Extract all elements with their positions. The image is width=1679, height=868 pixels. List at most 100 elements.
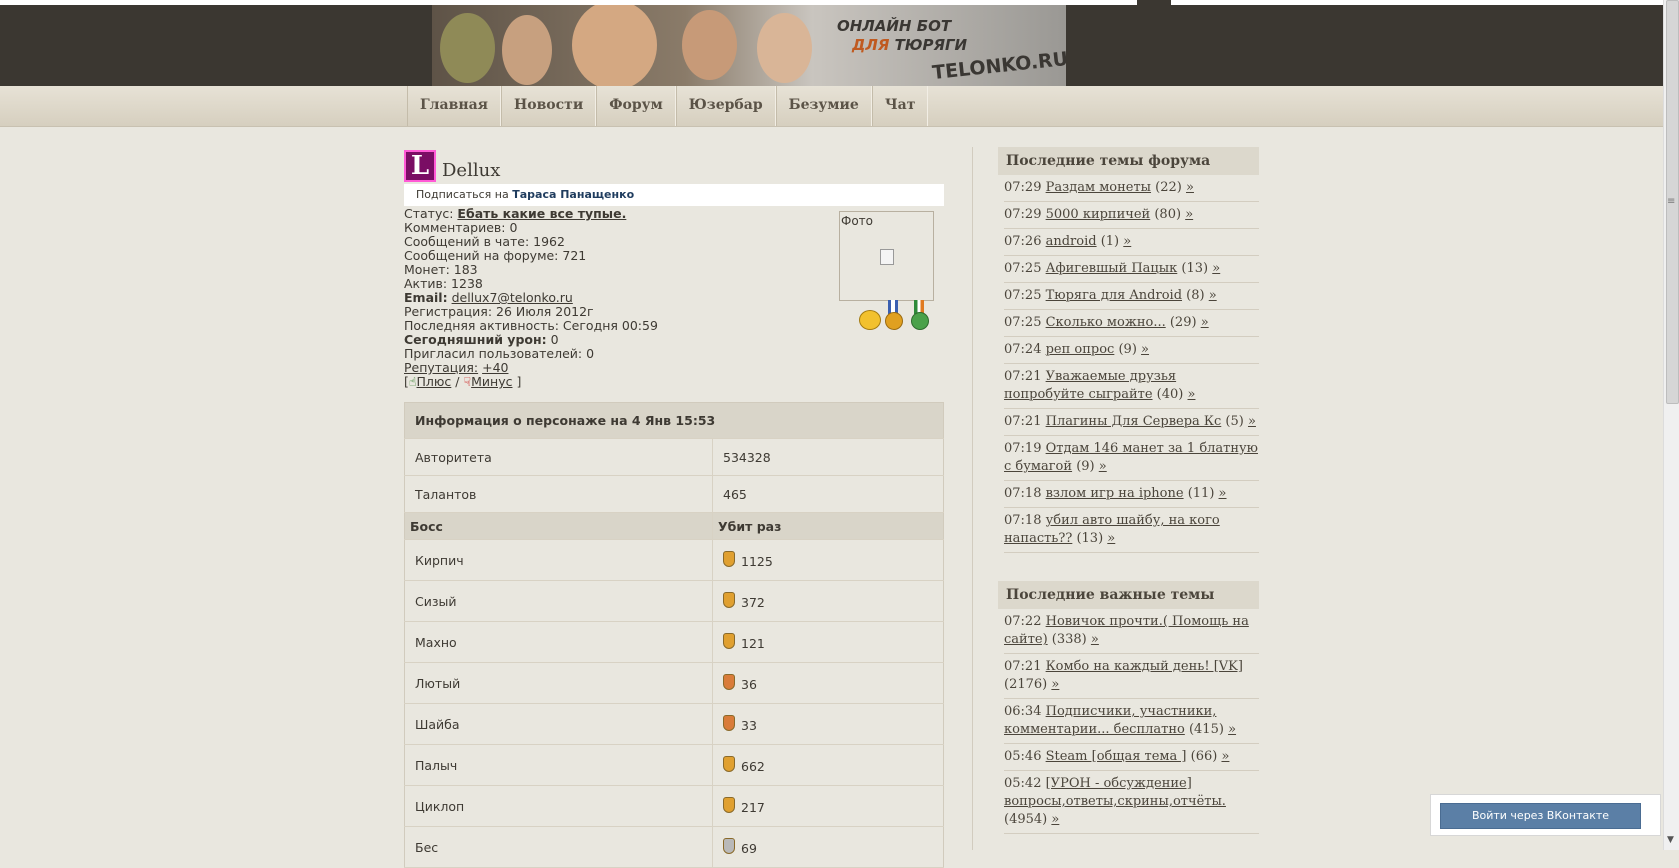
character-illustration xyxy=(440,13,495,83)
topic-time: 06:34 xyxy=(1004,704,1042,719)
nav-madness[interactable]: Безумие xyxy=(775,86,872,126)
boss-row: Палыч 662 xyxy=(404,744,944,786)
reputation-label[interactable]: Репутация: xyxy=(404,360,478,375)
status-link[interactable]: Ебать какие все тупые. xyxy=(457,206,626,221)
boss-name: Палыч xyxy=(404,744,713,786)
profile-header: L Dellux xyxy=(404,147,944,182)
boss-table-header: Босс Убит раз xyxy=(404,512,944,540)
minus-link[interactable]: Минус xyxy=(471,374,512,389)
topic-more-link[interactable]: » xyxy=(1201,315,1209,330)
site-banner[interactable]: ОНЛАЙН БОТ ДЛЯ ТЮРЯГИ TELONKO.RU xyxy=(432,5,1066,86)
topic-link[interactable]: Новичок прочти.( Помощь на сайте) xyxy=(1004,614,1249,647)
topic-more-link[interactable]: » xyxy=(1209,288,1217,303)
stat-row: Талантов 465 xyxy=(404,475,944,513)
topic-link[interactable]: Раздам монеты xyxy=(1046,180,1151,195)
plus-link[interactable]: Плюс xyxy=(417,374,452,389)
medal-icon xyxy=(723,633,735,649)
topic-more-link[interactable]: » xyxy=(1248,414,1256,429)
topic-time: 07:18 xyxy=(1004,486,1042,501)
topic-item: 07:25 Тюряга для Android (8) » xyxy=(1004,283,1259,310)
topic-link[interactable]: 5000 кирпичей xyxy=(1046,207,1151,222)
topic-link[interactable]: реп опрос xyxy=(1046,342,1115,357)
thumb-down-icon[interactable]: ☟ xyxy=(464,374,472,389)
topic-link[interactable]: взлом игр на iphone xyxy=(1046,486,1184,501)
scrollbar[interactable]: ▼ xyxy=(1663,0,1679,850)
banner-slogan: ОНЛАЙН БОТ xyxy=(837,17,952,35)
topic-link[interactable]: android xyxy=(1046,234,1097,249)
topic-more-link[interactable]: » xyxy=(1221,749,1229,764)
subscribe-bar[interactable]: Подписаться на Тараса Панащенко xyxy=(404,184,944,206)
important-topics-title: Последние важные темы xyxy=(998,581,1259,609)
character-illustration xyxy=(682,10,737,80)
topic-time: 05:42 xyxy=(1004,776,1042,791)
boss-name: Бес xyxy=(404,826,713,868)
nav-home[interactable]: Главная xyxy=(407,86,501,126)
topic-time: 05:46 xyxy=(1004,749,1042,764)
topic-more-link[interactable]: » xyxy=(1228,722,1236,737)
email-label: Email: xyxy=(404,290,448,305)
topic-more-link[interactable]: » xyxy=(1219,486,1227,501)
topic-item: 05:46 Steam [общая тема ] (66) » xyxy=(1004,744,1259,771)
boss-kills: 662 xyxy=(741,759,765,774)
topic-link[interactable]: Steam [общая тема ] xyxy=(1046,749,1187,764)
topic-item: 05:42 [УРОН - обсуждение] вопросы,ответы… xyxy=(1004,771,1259,834)
subscribe-name[interactable]: Тараса Панащенко xyxy=(512,188,634,201)
medal-tricolor-icon[interactable] xyxy=(908,300,930,330)
topic-time: 07:21 xyxy=(1004,369,1042,384)
reputation-row[interactable]: Репутация: +40 xyxy=(404,361,944,375)
thumb-up-icon[interactable]: ☝ xyxy=(409,374,417,389)
stat-row: Авторитета 534328 xyxy=(404,438,944,476)
status-label: Статус: xyxy=(404,206,454,221)
medal-blue-icon[interactable] xyxy=(882,300,904,330)
topic-more-link[interactable]: » xyxy=(1051,677,1059,692)
damage-label: Сегодняшний урон: xyxy=(404,332,547,347)
medal-icon xyxy=(723,756,735,772)
scroll-down-icon[interactable]: ▼ xyxy=(1667,835,1674,845)
topic-time: 07:26 xyxy=(1004,234,1042,249)
topic-more-link[interactable]: » xyxy=(1212,261,1220,276)
username: Dellux xyxy=(442,160,501,181)
topic-count: (40) xyxy=(1156,387,1184,402)
topic-item: 07:25 Афигевшый Пацык (13) » xyxy=(1004,256,1259,283)
boss-kills: 121 xyxy=(741,636,765,651)
boss-rows: Кирпич 1125 Сизый 372 Махно 121 Лютый 36 Шайба 33… xyxy=(404,539,944,868)
email-link[interactable]: dellux7@telonko.ru xyxy=(452,290,573,305)
important-topics-list: 07:22 Новичок прочти.( Помощь на сайте) … xyxy=(998,609,1259,834)
nav-forum[interactable]: Форум xyxy=(596,86,676,126)
topic-more-link[interactable]: » xyxy=(1186,180,1194,195)
nav-news[interactable]: Новости xyxy=(501,86,597,126)
avatar[interactable]: L xyxy=(404,150,436,182)
topic-item: 07:24 реп опрос (9) » xyxy=(1004,337,1259,364)
topic-more-link[interactable]: » xyxy=(1091,632,1099,647)
smiley-award-icon[interactable] xyxy=(856,300,881,330)
scroll-grip-icon: ≡ xyxy=(1667,196,1676,207)
topic-link[interactable]: Плагины Для Сервера Кс xyxy=(1046,414,1222,429)
boss-kills: 372 xyxy=(741,595,765,610)
reputation-value[interactable]: +40 xyxy=(482,360,508,375)
topic-count: (80) xyxy=(1154,207,1182,222)
topic-link[interactable]: Тюряга для Android xyxy=(1046,288,1182,303)
topic-time: 07:25 xyxy=(1004,315,1042,330)
medal-icon xyxy=(723,838,735,854)
topic-item: 07:21 Комбо на каждый день! [VK] (2176) … xyxy=(1004,654,1259,699)
topic-more-link[interactable]: » xyxy=(1051,812,1059,827)
boss-kills-cell: 372 xyxy=(712,580,944,622)
photo-box[interactable]: Фото xyxy=(839,211,934,301)
topic-more-link[interactable]: » xyxy=(1123,234,1131,249)
vk-login-button[interactable]: Войти через ВКонтакте xyxy=(1440,803,1641,829)
topic-link[interactable]: Сколько можно... xyxy=(1046,315,1166,330)
topic-link[interactable]: Афигевшый Пацык xyxy=(1046,261,1178,276)
topic-more-link[interactable]: » xyxy=(1185,207,1193,222)
character-table: Информация о персонаже на 4 Янв 15:53 Ав… xyxy=(404,402,944,868)
awards xyxy=(856,300,930,330)
topic-more-link[interactable]: » xyxy=(1107,531,1115,546)
nav-userbar[interactable]: Юзербар xyxy=(675,86,776,126)
topic-more-link[interactable]: » xyxy=(1141,342,1149,357)
vote-row: [☝Плюс / ☟Минус ] xyxy=(404,374,522,389)
topic-link[interactable]: Комбо на каждый день! [VK] xyxy=(1046,659,1243,674)
topic-more-link[interactable]: » xyxy=(1099,459,1107,474)
topic-link[interactable]: Отдам 146 манет за 1 блатную с бумагой xyxy=(1004,441,1258,474)
topic-count: (8) xyxy=(1186,288,1205,303)
topic-more-link[interactable]: » xyxy=(1188,387,1196,402)
nav-chat[interactable]: Чат xyxy=(871,86,929,126)
